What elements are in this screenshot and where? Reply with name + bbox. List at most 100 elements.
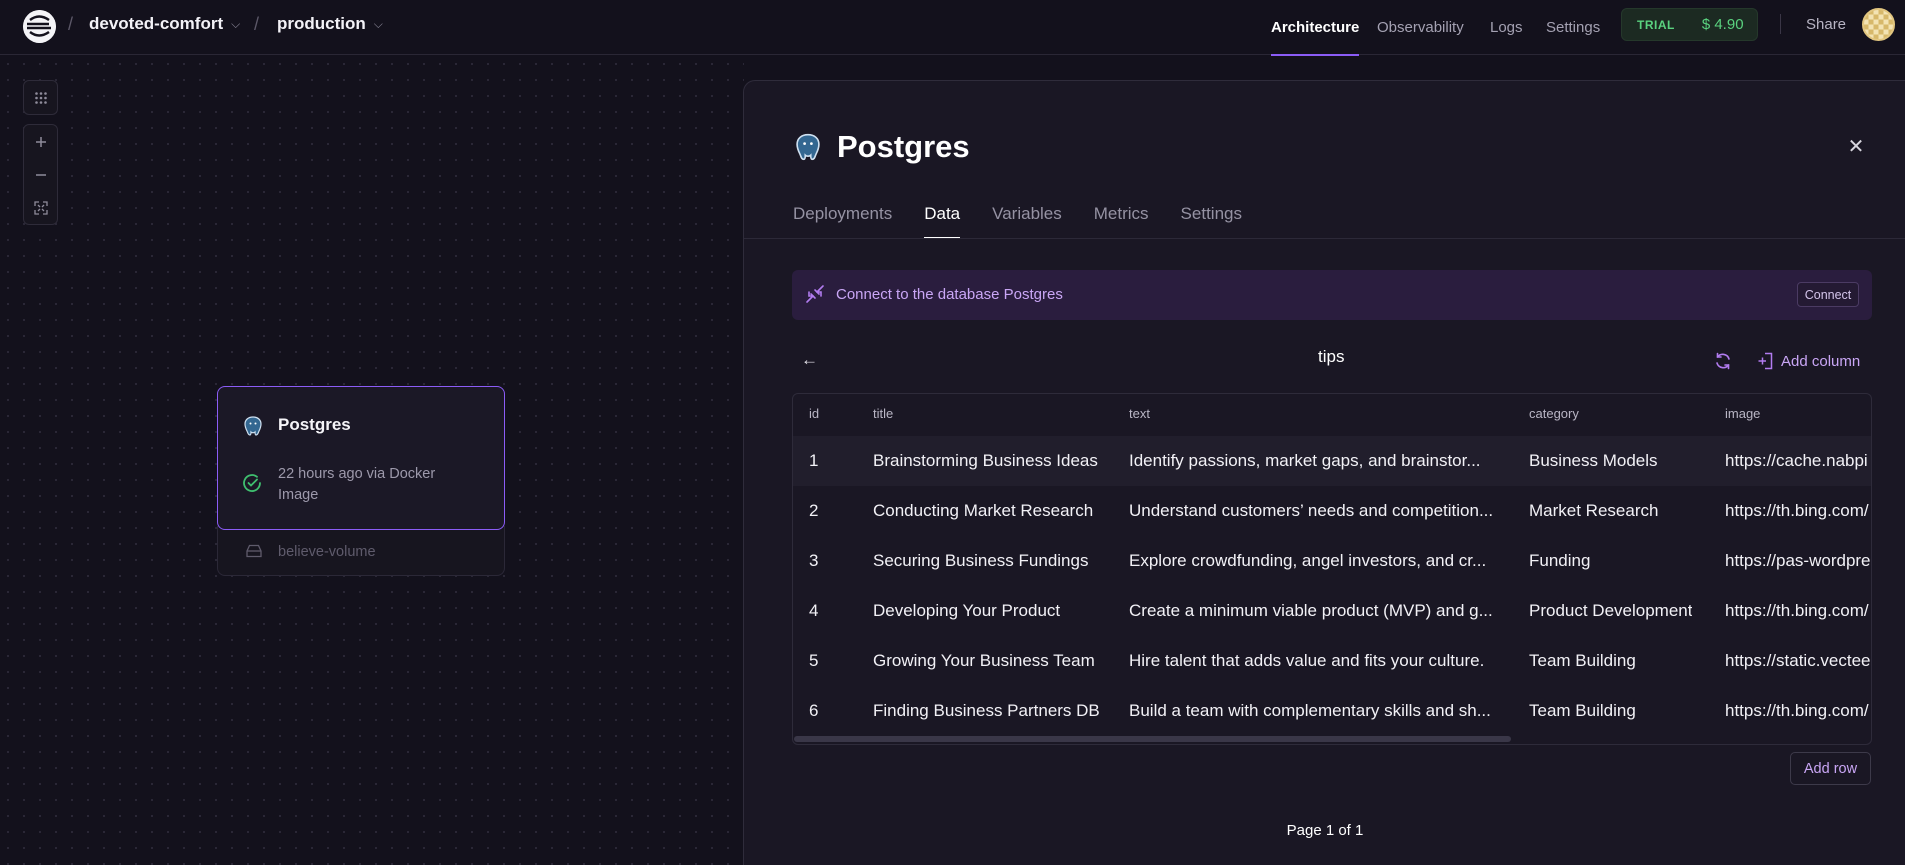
- nav-logs[interactable]: Logs: [1490, 0, 1523, 55]
- refresh-icon[interactable]: [1713, 351, 1733, 371]
- railway-logo-icon[interactable]: [23, 10, 56, 43]
- project-name: devoted-comfort: [89, 14, 224, 33]
- service-detail-panel: Postgres ✕ Deployments Data Variables Me…: [743, 80, 1905, 865]
- avatar[interactable]: [1862, 8, 1895, 41]
- cell-image[interactable]: https://cache.nabpi: [1725, 436, 1871, 486]
- panel-tabs: Deployments Data Variables Metrics Setti…: [793, 193, 1242, 239]
- cell-category[interactable]: Funding: [1529, 536, 1590, 586]
- deployment-status: 22 hours ago via Docker Image: [278, 466, 436, 503]
- breadcrumb-separator: /: [254, 14, 260, 34]
- cell-id[interactable]: 3: [809, 536, 818, 586]
- nav-architecture[interactable]: Architecture: [1271, 0, 1360, 56]
- chevron-down-icon: ⌵: [373, 16, 383, 31]
- cell-title[interactable]: Conducting Market Research: [873, 486, 1093, 536]
- cell-title[interactable]: Brainstorming Business Ideas: [873, 436, 1098, 486]
- zoom-out-icon[interactable]: [24, 158, 57, 191]
- table-row[interactable]: 4 Developing Your Product Create a minim…: [793, 586, 1871, 636]
- check-circle-icon: [243, 474, 261, 492]
- chevron-down-icon: ⌵: [231, 16, 241, 31]
- cell-category[interactable]: Team Building: [1529, 686, 1636, 736]
- cell-category[interactable]: Team Building: [1529, 636, 1636, 686]
- tab-settings[interactable]: Settings: [1181, 193, 1242, 239]
- divider: [1780, 14, 1781, 34]
- cell-id[interactable]: 6: [809, 686, 818, 736]
- trial-credit: $ 4.90: [1701, 16, 1744, 33]
- cell-image[interactable]: https://pas-wordpre: [1725, 536, 1871, 586]
- share-button[interactable]: Share: [1806, 16, 1846, 33]
- cell-image[interactable]: https://th.bing.com/: [1725, 686, 1871, 736]
- cell-text[interactable]: Identify passions, market gaps, and brai…: [1129, 436, 1514, 486]
- cell-id[interactable]: 5: [809, 636, 818, 686]
- cell-id[interactable]: 2: [809, 486, 818, 536]
- trial-credit-badge[interactable]: TRIAL $ 4.90: [1621, 8, 1758, 41]
- connect-button[interactable]: Connect: [1797, 282, 1859, 307]
- column-header-title[interactable]: title: [873, 394, 893, 434]
- add-column-label: Add column: [1781, 352, 1861, 370]
- canvas-zoom-controls: [23, 124, 58, 225]
- project-switcher[interactable]: devoted-comfort ⌵: [89, 14, 240, 34]
- column-header-id[interactable]: id: [809, 394, 819, 434]
- cell-text[interactable]: Hire talent that adds value and fits you…: [1129, 636, 1514, 686]
- fit-view-icon[interactable]: [24, 191, 57, 224]
- environment-switcher[interactable]: production ⌵: [277, 14, 383, 34]
- cell-id[interactable]: 4: [809, 586, 818, 636]
- pagination-info: Page 1 of 1: [1286, 822, 1364, 839]
- cell-title[interactable]: Developing Your Product: [873, 586, 1060, 636]
- connect-banner: Connect to the database Postgres Connect: [792, 270, 1872, 320]
- table-name: tips: [1318, 347, 1345, 366]
- hard-drive-icon: [246, 544, 262, 558]
- table-header: id title text category image: [793, 394, 1871, 434]
- add-row-button[interactable]: Add row: [1790, 752, 1871, 785]
- volume-attachment[interactable]: believe-volume: [217, 526, 505, 576]
- breadcrumb-separator: /: [68, 14, 74, 34]
- table-row[interactable]: 3 Securing Business Fundings Explore cro…: [793, 536, 1871, 586]
- nav-observability[interactable]: Observability: [1377, 0, 1464, 55]
- cell-title[interactable]: Securing Business Fundings: [873, 536, 1088, 586]
- tab-metrics[interactable]: Metrics: [1094, 193, 1149, 239]
- cell-category[interactable]: Business Models: [1529, 436, 1658, 486]
- tab-deployments[interactable]: Deployments: [793, 193, 892, 239]
- volume-name: believe-volume: [278, 544, 376, 560]
- column-header-category[interactable]: category: [1529, 394, 1579, 434]
- cell-id[interactable]: 1: [809, 436, 818, 486]
- grid-icon[interactable]: [24, 81, 57, 114]
- add-column-icon: [1758, 352, 1773, 370]
- panel-title-text: Postgres: [837, 129, 970, 164]
- cell-title[interactable]: Finding Business Partners DB: [873, 686, 1100, 736]
- cell-text[interactable]: Explore crowdfunding, angel investors, a…: [1129, 536, 1514, 586]
- column-header-image[interactable]: image: [1725, 394, 1760, 434]
- table-row[interactable]: 5 Growing Your Business Team Hire talent…: [793, 636, 1871, 686]
- page-title: Postgres: [793, 129, 970, 165]
- tab-data[interactable]: Data: [924, 193, 960, 239]
- cell-text[interactable]: Create a minimum viable product (MVP) an…: [1129, 586, 1514, 636]
- cell-image[interactable]: https://th.bing.com/: [1725, 486, 1871, 536]
- back-arrow-icon[interactable]: ←: [801, 351, 819, 369]
- table-row[interactable]: 6 Finding Business Partners DB Build a t…: [793, 686, 1871, 736]
- cell-category[interactable]: Product Development: [1529, 586, 1692, 636]
- plug-connect-icon: [806, 285, 824, 303]
- canvas-grid-control: [23, 80, 58, 115]
- service-name: Postgres: [278, 415, 351, 434]
- table-row[interactable]: 1 Brainstorming Business Ideas Identify …: [793, 436, 1871, 486]
- cell-text[interactable]: Understand customers’ needs and competit…: [1129, 486, 1514, 536]
- trial-label: TRIAL: [1637, 17, 1675, 32]
- cell-title[interactable]: Growing Your Business Team: [873, 636, 1095, 686]
- service-card-postgres[interactable]: Postgres 22 hours ago via Docker Image: [217, 386, 505, 530]
- data-table: id title text category image 1 Brainstor…: [792, 393, 1872, 745]
- nav-settings[interactable]: Settings: [1546, 0, 1600, 55]
- divider: [744, 238, 1905, 239]
- connect-banner-text: Connect to the database Postgres: [836, 286, 1063, 303]
- cell-category[interactable]: Market Research: [1529, 486, 1658, 536]
- tab-variables[interactable]: Variables: [992, 193, 1062, 239]
- table-row[interactable]: 2 Conducting Market Research Understand …: [793, 486, 1871, 536]
- horizontal-scrollbar[interactable]: [794, 736, 1511, 742]
- close-icon[interactable]: ✕: [1846, 137, 1866, 157]
- environment-name: production: [277, 14, 366, 33]
- add-column-button[interactable]: Add column: [1757, 352, 1860, 370]
- zoom-in-icon[interactable]: [24, 125, 57, 158]
- postgres-elephant-icon: [796, 133, 820, 161]
- cell-image[interactable]: https://th.bing.com/: [1725, 586, 1871, 636]
- cell-text[interactable]: Build a team with complementary skills a…: [1129, 686, 1514, 736]
- column-header-text[interactable]: text: [1129, 394, 1150, 434]
- cell-image[interactable]: https://static.vectee: [1725, 636, 1871, 686]
